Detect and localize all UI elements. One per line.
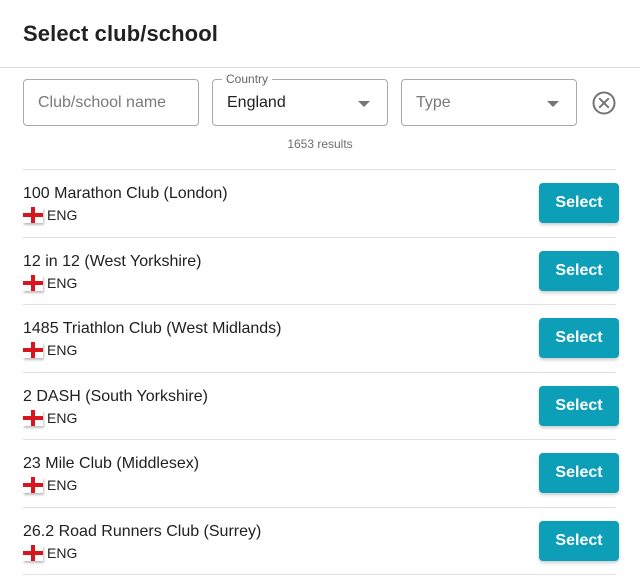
club-name: 1485 Triathlon Club (West Midlands) — [23, 320, 282, 337]
list-item: 2 DASH (South Yorkshire) ENG Select — [23, 373, 619, 440]
england-flag-icon — [23, 544, 43, 561]
england-flag-icon — [23, 342, 43, 358]
list-item: 100 Marathon Club (London) ENG Select — [23, 170, 619, 238]
country-code: ENG — [47, 342, 78, 358]
filter-bar: Club/school name Country England Type — [23, 72, 640, 127]
club-country: ENG — [23, 342, 77, 358]
list-item: 26.2 Road Runners Club (Surrey) ENG Sele… — [23, 508, 619, 575]
club-country: ENG — [23, 409, 78, 426]
country-label: Country — [222, 72, 273, 86]
list-item: 23 Mile Club (Middlesex) ENG Select — [23, 440, 619, 508]
club-name-placeholder: Club/school name — [38, 94, 167, 111]
club-name: 26.2 Road Runners Club (Surrey) — [23, 522, 262, 540]
country-code: ENG — [47, 477, 78, 493]
clear-filters-icon[interactable] — [591, 90, 617, 116]
dialog-header: Select club/school — [0, 0, 640, 68]
select-button[interactable]: Select — [539, 250, 619, 291]
club-name: 23 Mile Club (Middlesex) — [23, 455, 200, 472]
club-name-input[interactable]: Club/school name — [23, 79, 199, 126]
club-name: 2 DASH (South Yorkshire) — [23, 387, 208, 405]
select-button[interactable]: Select — [539, 385, 619, 426]
dropdown-arrow-icon — [358, 101, 370, 107]
club-country: ENG — [23, 544, 78, 561]
club-country: ENG — [23, 274, 78, 291]
country-value: England — [227, 94, 286, 111]
england-flag-icon — [23, 409, 43, 426]
select-button[interactable]: Select — [539, 183, 619, 223]
club-name: 100 Marathon Club (London) — [23, 185, 228, 202]
england-flag-icon — [23, 477, 43, 493]
list-item: 1485 Triathlon Club (West Midlands) ENG … — [23, 305, 619, 373]
country-code: ENG — [47, 544, 78, 561]
type-placeholder: Type — [416, 94, 451, 111]
list-item: 12 in 12 (West Yorkshire) ENG Select — [23, 238, 619, 305]
dropdown-arrow-icon — [547, 101, 559, 107]
club-country: ENG — [23, 207, 77, 223]
results-count: 1653 results — [287, 137, 353, 151]
dialog-title: Select club/school — [23, 20, 218, 46]
country-code: ENG — [47, 207, 78, 223]
type-select[interactable]: Type — [401, 79, 577, 126]
club-name: 12 in 12 (West Yorkshire) — [23, 252, 202, 270]
country-code: ENG — [47, 274, 78, 291]
club-list: 100 Marathon Club (London) ENG Select 12… — [23, 169, 619, 575]
club-country: ENG — [23, 477, 77, 493]
select-button[interactable]: Select — [539, 520, 619, 561]
select-button[interactable]: Select — [539, 453, 619, 493]
england-flag-icon — [23, 207, 43, 223]
country-select[interactable]: Country England — [212, 72, 388, 126]
country-code: ENG — [47, 409, 78, 426]
england-flag-icon — [23, 274, 43, 291]
select-button[interactable]: Select — [539, 318, 619, 358]
